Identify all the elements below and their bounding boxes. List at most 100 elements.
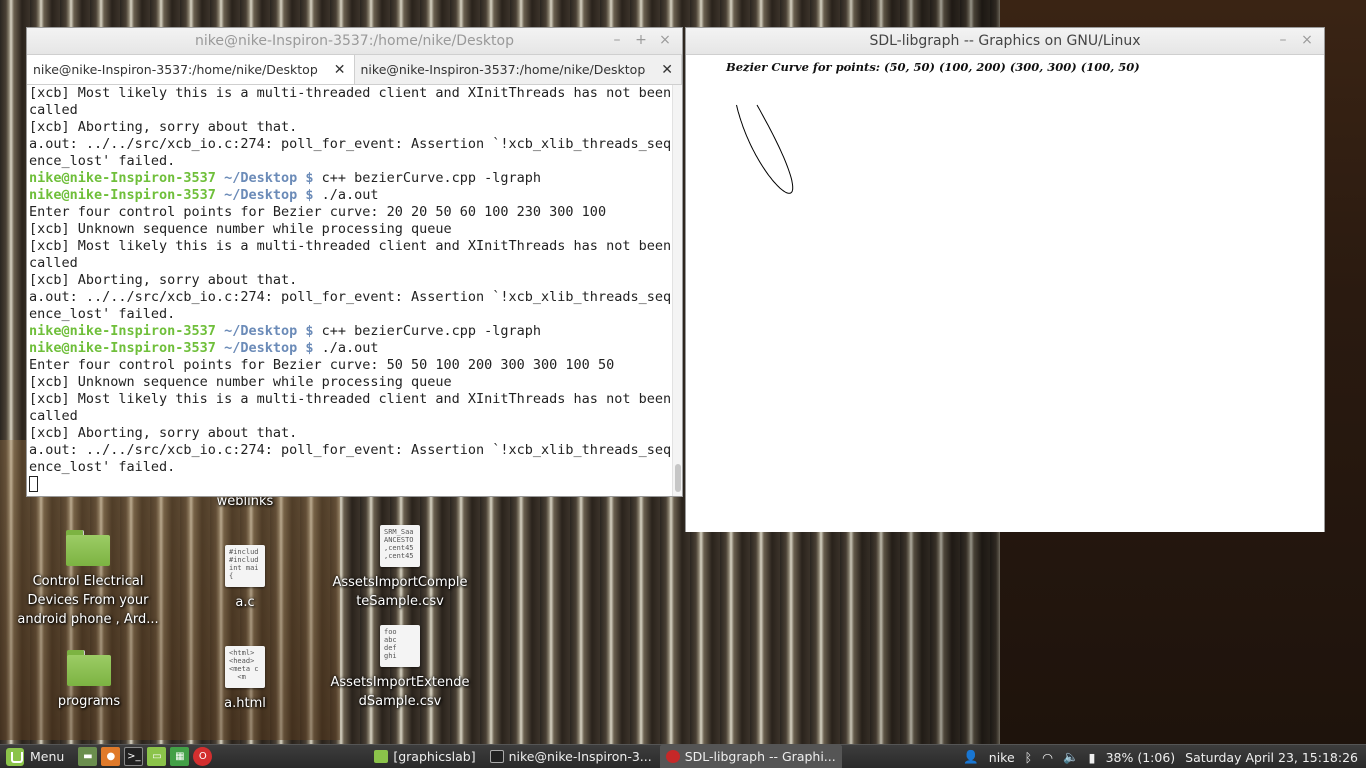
desktop-icon-control-electrical[interactable]: Control Electrical Devices From your and… bbox=[14, 530, 162, 629]
close-icon[interactable]: × bbox=[1300, 32, 1314, 48]
terminal-tab-1[interactable]: nike@nike-Inspiron-3537:/home/nike/Deskt… bbox=[27, 55, 355, 84]
user-name[interactable]: nike bbox=[989, 750, 1015, 765]
desktop-icon-programs[interactable]: programs bbox=[44, 650, 134, 711]
folder-icon bbox=[67, 650, 111, 686]
menu-label: Menu bbox=[30, 749, 65, 764]
desktop-icon-label: a.html bbox=[224, 696, 266, 711]
csv-file-icon: foo abc def ghi bbox=[380, 625, 420, 667]
taskbar: Menu ▬ ● >_ ▭ ▦ O [graphicslab] nike@nik… bbox=[0, 744, 1366, 768]
csv-file-icon: SRM_Saa ANCESTO ,cent45 ,cent45 bbox=[380, 525, 420, 567]
prompt-path: ~/Desktop $ bbox=[224, 323, 314, 339]
text-file-icon: #includ #includ int mai { bbox=[225, 545, 265, 587]
terminal-line: nike@nike-Inspiron-3537 ~/Desktop $ ./a.… bbox=[29, 187, 670, 204]
html-file-icon: <html> <head> <meta c <m bbox=[225, 646, 265, 688]
terminal-titlebar[interactable]: nike@nike-Inspiron-3537:/home/nike/Deskt… bbox=[27, 28, 682, 55]
terminal-line: [xcb] Most likely this is a multi-thread… bbox=[29, 85, 672, 101]
scrollbar-thumb[interactable] bbox=[675, 464, 681, 492]
terminal-icon bbox=[489, 750, 504, 763]
terminal-line: [xcb] Aborting, sorry about that. bbox=[29, 119, 298, 135]
window-title: nike@nike-Inspiron-3537:/home/nike/Deskt… bbox=[195, 33, 514, 49]
desktop-icon-label: AssetsImportExtendedSample.csv bbox=[330, 675, 470, 709]
task-label: nike@nike-Inspiron-3... bbox=[508, 749, 652, 764]
firefox-icon[interactable]: ● bbox=[101, 747, 121, 766]
close-icon[interactable]: × bbox=[658, 32, 672, 48]
close-tab-icon[interactable]: ✕ bbox=[334, 62, 346, 78]
desktop-icon-a-html[interactable]: <html> <head> <meta c <m a.html bbox=[205, 646, 285, 713]
minimize-icon[interactable]: – bbox=[610, 32, 624, 48]
terminal-icon[interactable]: >_ bbox=[124, 747, 144, 766]
desktop-icon-assets-complete[interactable]: SRM_Saa ANCESTO ,cent45 ,cent45 AssetsIm… bbox=[330, 525, 470, 611]
terminal-line: called bbox=[29, 408, 78, 424]
task-label: SDL-libgraph -- Graphi... bbox=[684, 749, 836, 764]
terminal-line: Enter four control points for Bezier cur… bbox=[29, 204, 607, 220]
libreoffice-calc-icon[interactable]: ▦ bbox=[170, 747, 190, 766]
terminal-line: called bbox=[29, 102, 78, 118]
terminal-line: a.out: ../../src/xcb_io.c:274: poll_for_… bbox=[29, 442, 680, 458]
terminal-cursor-line bbox=[29, 476, 670, 494]
terminal-line: nike@nike-Inspiron-3537 ~/Desktop $ c++ … bbox=[29, 323, 670, 340]
terminal-output[interactable]: [xcb] Most likely this is a multi-thread… bbox=[27, 85, 682, 496]
desktop-icon-a-c[interactable]: #includ #includ int mai { a.c bbox=[205, 545, 285, 612]
bezier-plot bbox=[736, 104, 794, 194]
desktop-icon-assets-extended[interactable]: foo abc def ghi AssetsImportExtendedSamp… bbox=[330, 625, 470, 711]
terminal-line: [xcb] Aborting, sorry about that. bbox=[29, 272, 298, 288]
desktop-icon-label: programs bbox=[57, 694, 121, 709]
prompt-user: nike@nike-Inspiron-3537 bbox=[29, 170, 216, 186]
menu-button[interactable]: Menu bbox=[0, 745, 72, 768]
clock[interactable]: Saturday April 23, 15:18:26 bbox=[1185, 750, 1358, 765]
window-list: [graphicslab] nike@nike-Inspiron-3... SD… bbox=[368, 744, 842, 768]
terminal-scrollbar[interactable] bbox=[672, 85, 682, 496]
desktop-icon-label: a.c bbox=[235, 595, 255, 610]
desktop-icon-label: Control Electrical Devices From your and… bbox=[17, 574, 159, 627]
sdl-titlebar[interactable]: SDL-libgraph -- Graphics on GNU/Linux – … bbox=[686, 28, 1324, 55]
wifi-icon[interactable]: ◠ bbox=[1042, 750, 1053, 765]
folder-icon bbox=[66, 530, 110, 566]
prompt-path: ~/Desktop $ bbox=[224, 170, 314, 186]
files-icon[interactable]: ▭ bbox=[147, 747, 167, 766]
terminal-line: ence_lost' failed. bbox=[29, 153, 176, 169]
window-title: SDL-libgraph -- Graphics on GNU/Linux bbox=[869, 33, 1141, 49]
terminal-line: ence_lost' failed. bbox=[29, 306, 176, 322]
task-graphicslab[interactable]: [graphicslab] bbox=[368, 745, 481, 768]
terminal-line: ence_lost' failed. bbox=[29, 459, 176, 475]
task-sdl-libgraph[interactable]: SDL-libgraph -- Graphi... bbox=[659, 744, 842, 768]
terminal-window[interactable]: nike@nike-Inspiron-3537:/home/nike/Deskt… bbox=[26, 27, 683, 497]
command-text: c++ bezierCurve.cpp -lgraph bbox=[313, 170, 542, 186]
system-tray: 👤 nike ᛒ ◠ 🔈 ▮ 38% (1:06) Saturday April… bbox=[963, 745, 1358, 768]
user-icon[interactable]: 👤 bbox=[963, 749, 979, 765]
desktop-icon-label: AssetsImportCompleteSample.csv bbox=[332, 575, 468, 609]
prompt-path: ~/Desktop $ bbox=[224, 340, 314, 356]
task-terminal[interactable]: nike@nike-Inspiron-3... bbox=[484, 745, 658, 768]
terminal-line: [xcb] Unknown sequence number while proc… bbox=[29, 221, 452, 237]
mint-logo-icon bbox=[6, 747, 24, 766]
prompt-user: nike@nike-Inspiron-3537 bbox=[29, 187, 216, 203]
terminal-lines: [xcb] Most likely this is a multi-thread… bbox=[27, 85, 682, 494]
terminal-tabs: nike@nike-Inspiron-3537:/home/nike/Deskt… bbox=[27, 55, 682, 85]
task-label: [graphicslab] bbox=[393, 749, 476, 764]
terminal-line: called bbox=[29, 255, 78, 271]
bluetooth-icon[interactable]: ᛒ bbox=[1025, 750, 1033, 765]
tab-label: nike@nike-Inspiron-3537:/home/nike/Deskt… bbox=[33, 62, 318, 77]
prompt-user: nike@nike-Inspiron-3537 bbox=[29, 340, 216, 356]
maximize-icon[interactable]: + bbox=[634, 32, 648, 48]
battery-icon[interactable]: ▮ bbox=[1089, 750, 1096, 765]
terminal-line: [xcb] Aborting, sorry about that. bbox=[29, 425, 298, 441]
command-text: c++ bezierCurve.cpp -lgraph bbox=[313, 323, 542, 339]
opera-icon[interactable]: O bbox=[193, 747, 213, 766]
terminal-cursor bbox=[29, 476, 38, 492]
terminal-tab-2[interactable]: nike@nike-Inspiron-3537:/home/nike/Deskt… bbox=[355, 55, 682, 84]
command-text: ./a.out bbox=[313, 187, 379, 203]
minimize-icon[interactable]: – bbox=[1276, 32, 1290, 48]
battery-status[interactable]: 38% (1:06) bbox=[1106, 750, 1176, 765]
terminal-line: a.out: ../../src/xcb_io.c:274: poll_for_… bbox=[29, 289, 680, 305]
prompt-path: ~/Desktop $ bbox=[224, 187, 314, 203]
tab-label: nike@nike-Inspiron-3537:/home/nike/Deskt… bbox=[360, 62, 646, 77]
close-tab-icon[interactable]: ✕ bbox=[661, 62, 673, 78]
command-text: ./a.out bbox=[313, 340, 379, 356]
terminal-line: [xcb] Most likely this is a multi-thread… bbox=[29, 238, 672, 254]
terminal-line: Enter four control points for Bezier cur… bbox=[29, 357, 615, 373]
volume-icon[interactable]: 🔈 bbox=[1063, 749, 1079, 765]
show-desktop-icon[interactable]: ▬ bbox=[78, 747, 98, 766]
terminal-line: [xcb] Unknown sequence number while proc… bbox=[29, 374, 452, 390]
sdl-window[interactable]: SDL-libgraph -- Graphics on GNU/Linux – … bbox=[685, 27, 1325, 532]
